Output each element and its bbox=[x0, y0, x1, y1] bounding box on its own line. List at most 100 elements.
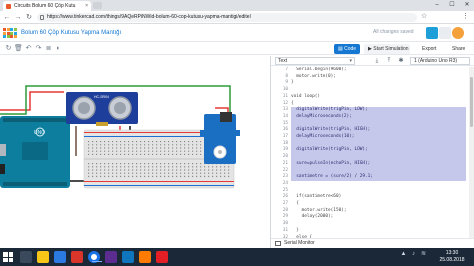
code-line[interactable]: 27 { bbox=[271, 201, 474, 208]
forward-arrow-icon[interactable]: → bbox=[13, 12, 23, 23]
export-button[interactable]: Export bbox=[418, 44, 440, 54]
start-simulation-button[interactable]: ▶ Start Simulation bbox=[364, 44, 410, 54]
tab-close-icon[interactable]: × bbox=[85, 1, 88, 11]
line-number: 20 bbox=[282, 154, 288, 160]
reload-icon[interactable]: ↻ bbox=[24, 12, 34, 23]
code-text: delay(2000); bbox=[291, 214, 334, 220]
windows-start-icon[interactable] bbox=[3, 252, 13, 262]
breadboard-hole bbox=[228, 175, 230, 177]
code-line[interactable]: 14 delayMicroseconds(2); bbox=[271, 114, 474, 121]
design-title[interactable]: Bolum 60 Çöp Kutusu Yapma Mantığı bbox=[21, 28, 121, 38]
circuit-view-icon[interactable] bbox=[426, 27, 438, 39]
code-line[interactable]: 17 delayMicroseconds(10); bbox=[271, 134, 474, 141]
breadboard-hole bbox=[112, 163, 114, 165]
upload-icon[interactable]: ⤒ bbox=[385, 57, 393, 65]
chrome-icon[interactable] bbox=[88, 251, 102, 263]
code-line[interactable]: 23 santimetre = (sure/2) / 29.1; bbox=[271, 174, 474, 181]
sensor-label: HC-SR04 bbox=[94, 95, 109, 99]
breadboard-hole bbox=[168, 144, 170, 146]
minimize-button[interactable]: – bbox=[430, 0, 444, 11]
breadboard-hole bbox=[132, 150, 134, 152]
breadboard-hole bbox=[188, 141, 190, 143]
circuit-canvas[interactable]: UNO HC-SR04 bbox=[0, 56, 270, 248]
code-line[interactable]: 9} bbox=[271, 80, 474, 87]
breadboard-hole bbox=[168, 150, 170, 152]
volume-icon[interactable]: ♪ bbox=[410, 251, 417, 258]
breadboard-hole bbox=[92, 163, 94, 165]
recorder-icon[interactable] bbox=[156, 251, 168, 263]
breadboard-hole bbox=[160, 141, 162, 143]
bookmark-star-icon[interactable]: ☆ bbox=[421, 12, 427, 20]
rotate-icon[interactable]: ↻ bbox=[4, 44, 13, 53]
notes-icon[interactable]: ≣ bbox=[44, 44, 53, 53]
url-field[interactable]: https://www.tinkercad.com/things/9AQeRPi… bbox=[37, 13, 417, 22]
code-mode-select[interactable]: Text ▾ bbox=[275, 57, 355, 65]
new-tab-button[interactable] bbox=[93, 2, 102, 9]
wifi-icon[interactable]: ≋ bbox=[420, 251, 427, 258]
code-line[interactable]: 30 bbox=[271, 221, 474, 228]
media-app-icon[interactable] bbox=[71, 251, 83, 263]
redo-icon[interactable]: ↷ bbox=[34, 44, 43, 53]
breadboard-hole bbox=[180, 175, 182, 177]
breadboard-hole bbox=[168, 166, 170, 168]
code-line[interactable]: 19 digitalWrite(trigPin, LOW); bbox=[271, 147, 474, 154]
code-line[interactable]: 16 digitalWrite(trigPin, HIGH); bbox=[271, 127, 474, 134]
breadboard-hole bbox=[140, 169, 142, 171]
network-icon[interactable]: ▲ bbox=[400, 251, 407, 258]
bug-icon[interactable]: ✱ bbox=[397, 57, 405, 65]
code-panel: Text ▾ ⤓ ⤒ ✱ 1 (Arduino Uno R3) 7 Serial… bbox=[270, 56, 474, 248]
board-select[interactable]: 1 (Arduino Uno R3) bbox=[410, 57, 470, 65]
taskbar-clock[interactable]: 13:30 25.08.2018 bbox=[437, 250, 467, 264]
code-line[interactable]: 7 Serial.begin(9600); bbox=[271, 67, 474, 74]
breadboard-hole bbox=[156, 175, 158, 177]
code-text: void loop() bbox=[291, 93, 321, 99]
code-line[interactable]: 24 bbox=[271, 181, 474, 188]
code-button[interactable]: ▤ Code bbox=[334, 44, 360, 54]
delete-icon[interactable]: 🗑 bbox=[14, 44, 23, 53]
close-window-button[interactable]: ✕ bbox=[460, 0, 474, 11]
code-line[interactable]: 21 sure=pulseIn(echoPin, HIGH); bbox=[271, 161, 474, 168]
browser-menu-icon[interactable]: ⋮ bbox=[462, 12, 469, 20]
breadboard-hole bbox=[200, 153, 202, 155]
photoshop-icon[interactable] bbox=[122, 251, 134, 263]
breadboard-hole bbox=[176, 141, 178, 143]
breadboard-hole bbox=[100, 169, 102, 171]
breadboard-hole bbox=[176, 153, 178, 155]
avatar[interactable] bbox=[452, 27, 464, 39]
code-line[interactable]: 8 motor.write(0); bbox=[271, 74, 474, 81]
breadboard-hole bbox=[112, 169, 114, 171]
code-line[interactable]: 29 delay(2000); bbox=[271, 214, 474, 221]
breadboard-hole bbox=[96, 147, 98, 149]
share-button[interactable]: Share bbox=[448, 44, 470, 54]
breadboard-hole bbox=[136, 144, 138, 146]
back-arrow-icon[interactable]: ← bbox=[2, 12, 12, 23]
browser-tab[interactable]: Circuits Bolum 60 Çöp Kutu × bbox=[3, 1, 91, 11]
premiere-icon[interactable] bbox=[105, 251, 117, 263]
illustrator-icon[interactable] bbox=[139, 251, 151, 263]
download-icon[interactable]: ⤓ bbox=[373, 57, 381, 65]
color-icon[interactable]: ◐ bbox=[54, 44, 63, 53]
scrollbar-thumb[interactable] bbox=[470, 77, 473, 127]
code-line[interactable]: 26 if(santimetre<60) bbox=[271, 194, 474, 201]
tinkercad-logo[interactable] bbox=[3, 28, 17, 39]
serial-monitor-bar[interactable]: Serial Monitor bbox=[271, 238, 474, 248]
breadboard-hole bbox=[176, 166, 178, 168]
code-line[interactable]: 31 } bbox=[271, 228, 474, 235]
code-line[interactable]: 10 bbox=[271, 87, 474, 94]
code-editor[interactable]: 7 Serial.begin(9600); 8 motor.write(0); 9}… bbox=[271, 67, 474, 238]
code-line[interactable]: 11 void loop() bbox=[271, 94, 474, 101]
maximize-button[interactable]: ☐ bbox=[445, 0, 459, 11]
list-view-icon[interactable] bbox=[439, 27, 451, 39]
edge-icon[interactable] bbox=[54, 251, 66, 263]
code-text: } bbox=[291, 80, 294, 86]
file-explorer-icon[interactable] bbox=[37, 251, 49, 263]
code-line[interactable]: 20 bbox=[271, 154, 474, 161]
task-view-icon[interactable] bbox=[20, 251, 32, 263]
breadboard-hole bbox=[108, 144, 110, 146]
code-line[interactable]: 13 digitalWrite(trigPin, LOW); bbox=[271, 107, 474, 114]
breadboard-hole bbox=[164, 147, 166, 149]
breadboard-hole bbox=[148, 147, 150, 149]
editor-scrollbar[interactable] bbox=[469, 67, 474, 238]
breadboard-hole bbox=[208, 169, 210, 171]
undo-icon[interactable]: ↶ bbox=[24, 44, 33, 53]
